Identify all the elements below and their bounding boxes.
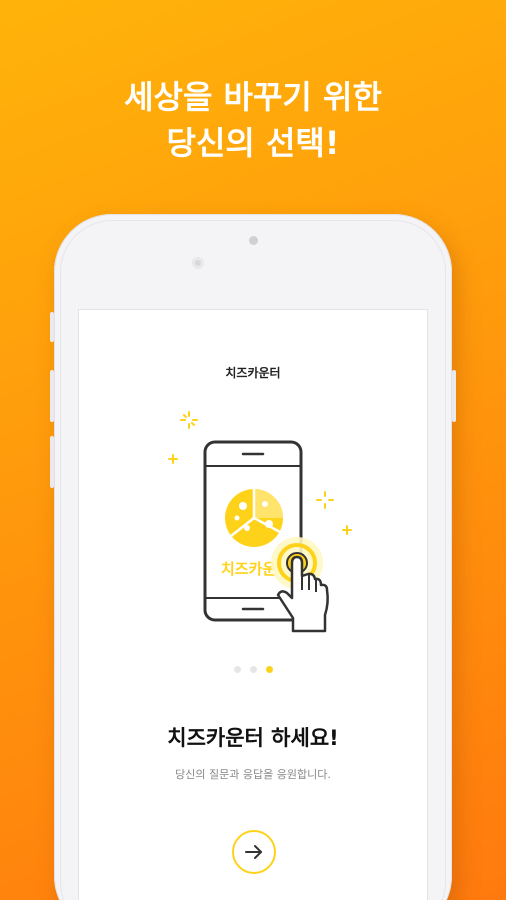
- onboarding-title: 치즈카운터 하세요!: [167, 726, 339, 750]
- onboarding-illustration: 치즈카운: [168, 411, 352, 633]
- page-dot-1[interactable]: [233, 666, 241, 673]
- illustration-label: 치즈카운: [221, 560, 276, 578]
- sparkle-icon: [180, 411, 198, 429]
- arrow-right-icon: [245, 845, 262, 859]
- next-button[interactable]: [232, 830, 276, 874]
- page-dot-3-active[interactable]: [265, 666, 273, 673]
- phone-power-button: [452, 370, 456, 422]
- headline-line-2: 당신의 선택!: [166, 124, 340, 162]
- phone-volume-up: [50, 370, 54, 422]
- headline: 세상을 바꾸기 위한 당신의 선택!: [0, 74, 506, 166]
- page-indicator: [79, 666, 427, 673]
- page-dot-2[interactable]: [249, 666, 257, 673]
- cheese-pizza-icon: [225, 489, 283, 547]
- phone-mute-switch: [50, 312, 54, 342]
- sparkle-icon: [316, 491, 334, 509]
- phone-camera: [192, 257, 204, 269]
- app-title: 치즈카운터: [225, 366, 281, 380]
- phone-speaker: [249, 236, 258, 245]
- onboarding-subtitle: 당신의 질문과 응답을 응원합니다.: [175, 768, 331, 781]
- phone-screen: 치즈카운터 치즈카운 치즈카운터 하세요! 당신의 질문과 응답을 응원합니다.: [78, 309, 428, 900]
- phone-volume-down: [50, 436, 54, 488]
- headline-line-1: 세상을 바꾸기 위한: [124, 78, 382, 116]
